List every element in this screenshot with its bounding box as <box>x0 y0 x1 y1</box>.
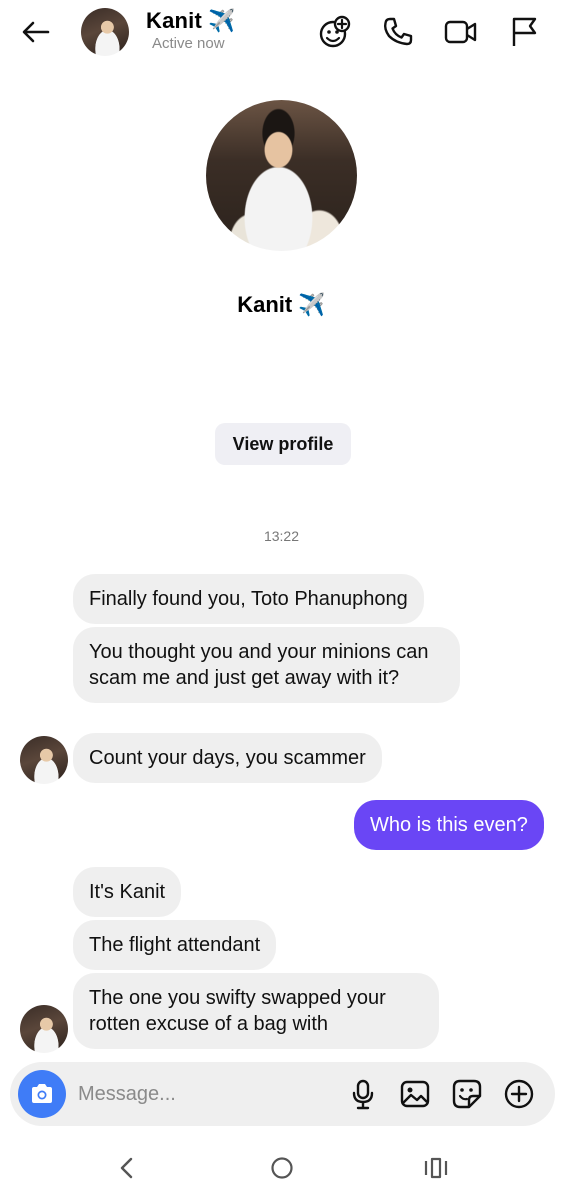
message-bubble-received[interactable]: Count your days, you scammer <box>73 733 382 783</box>
profile-name: Kanit ✈️ <box>0 292 563 318</box>
message-bubble-received[interactable]: Finally found you, Toto Phanuphong <box>73 574 424 624</box>
sticker-button[interactable] <box>447 1074 487 1114</box>
active-status: Active now <box>152 35 225 52</box>
video-call-button[interactable] <box>439 10 483 54</box>
airplane-emoji: ✈️ <box>208 9 236 34</box>
nav-recents-button[interactable] <box>406 1148 466 1188</box>
nav-home-button[interactable] <box>252 1148 312 1188</box>
camera-icon <box>32 1084 52 1103</box>
profile-name-text: Kanit <box>237 292 293 317</box>
message-bubble-sent[interactable]: Who is this even? <box>354 800 544 850</box>
back-arrow-icon <box>22 21 50 43</box>
message-composer <box>10 1062 555 1126</box>
nav-back-button[interactable] <box>97 1148 157 1188</box>
sender-avatar[interactable] <box>20 736 68 784</box>
nav-home-icon <box>271 1157 293 1179</box>
phone-icon <box>383 17 413 46</box>
image-icon <box>400 1080 430 1108</box>
sender-avatar[interactable] <box>20 1005 68 1053</box>
report-button[interactable] <box>502 10 546 54</box>
nav-back-icon <box>120 1157 133 1179</box>
voice-call-button[interactable] <box>376 10 420 54</box>
contact-avatar[interactable] <box>81 8 129 56</box>
back-button[interactable] <box>14 12 58 52</box>
microphone-icon <box>352 1079 374 1110</box>
message-bubble-received[interactable]: The one you swifty swapped your rotten e… <box>73 973 439 1049</box>
plus-circle-icon <box>504 1079 534 1109</box>
profile-avatar[interactable] <box>206 100 357 251</box>
message-bubble-received[interactable]: The flight attendant <box>73 920 277 970</box>
camera-button[interactable] <box>18 1070 66 1118</box>
sticker-icon <box>452 1079 482 1109</box>
chat-header: Kanit ✈️ Active now <box>0 0 563 64</box>
message-bubble-received[interactable]: It's Kanit <box>73 867 182 917</box>
video-camera-icon <box>444 20 477 44</box>
add-emoji-button[interactable] <box>313 10 357 54</box>
voice-message-button[interactable] <box>343 1074 383 1114</box>
message-bubble-received[interactable]: You thought you and your minions can sca… <box>73 627 460 703</box>
view-profile-button[interactable]: View profile <box>215 423 351 465</box>
contact-name-block[interactable]: Kanit ✈️ Active now <box>146 8 236 53</box>
more-options-button[interactable] <box>499 1074 539 1114</box>
message-input[interactable] <box>78 1078 328 1110</box>
contact-name: Kanit <box>146 8 202 33</box>
nav-recents-icon <box>424 1157 448 1179</box>
flag-icon <box>512 17 537 46</box>
profile-airplane-emoji: ✈️ <box>298 293 326 318</box>
add-emoji-icon <box>319 15 351 48</box>
message-timestamp: 13:22 <box>263 528 300 544</box>
gallery-button[interactable] <box>395 1074 435 1114</box>
